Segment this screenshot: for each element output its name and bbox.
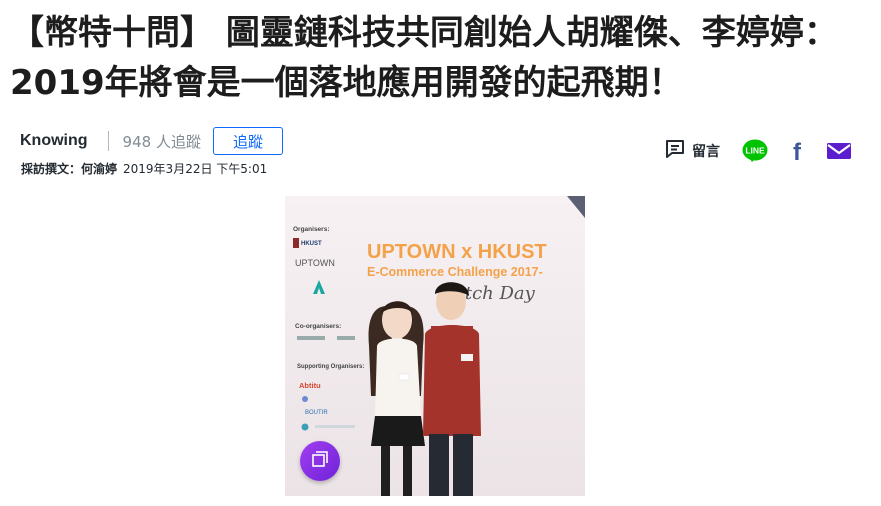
- line-share-icon[interactable]: LINE: [742, 139, 768, 163]
- svg-text:f: f: [793, 139, 802, 163]
- banner-subtitle: E-Commerce Challenge 2017-: [367, 265, 543, 279]
- svg-text:LINE: LINE: [745, 146, 765, 156]
- hkust-logo-text: HKUST: [301, 241, 322, 247]
- comment-label: 留言: [692, 144, 720, 160]
- coorganisers-label: Co-organisers:: [295, 323, 341, 330]
- byline-divider: [107, 131, 109, 151]
- publish-time: 2019年3月22日 下午5:01: [123, 162, 268, 176]
- article-meta: 採訪撰文：何渝婷 2019年3月22日 下午5:01: [21, 160, 267, 177]
- follow-button[interactable]: 追蹤: [212, 127, 283, 155]
- gallery-icon: [311, 450, 329, 472]
- author-byline: Knowing 948 人追蹤 追蹤: [20, 126, 283, 156]
- author-name[interactable]: Knowing: [20, 132, 88, 150]
- comment-button[interactable]: 留言: [664, 138, 720, 164]
- follower-count: 948 人追蹤: [122, 132, 201, 151]
- supporting-label: Supporting Organisers:: [297, 364, 364, 370]
- mail-share-icon[interactable]: [826, 141, 852, 161]
- article-title: 【幣特十問】 圖靈鏈科技共同創始人胡耀傑、李婷婷：2019年將會是一個落地應用開…: [10, 13, 838, 103]
- comment-icon: [664, 138, 686, 164]
- banner-title: UPTOWN x HKUST: [367, 241, 547, 263]
- writer-credit: 採訪撰文：何渝婷: [21, 162, 118, 176]
- facebook-share-icon[interactable]: f: [786, 139, 808, 163]
- gallery-button[interactable]: [300, 441, 340, 481]
- article-photo[interactable]: Organisers: HKUST UPTOWN Co-organisers: …: [285, 196, 585, 496]
- uptown-logo-text: UPTOWN: [295, 258, 335, 268]
- sponsor1-logo: Abtitu: [299, 381, 321, 390]
- sponsor2-logo: BOUTIR: [305, 410, 328, 416]
- share-actions: 留言 LINE f: [664, 138, 852, 164]
- organisers-label: Organisers:: [293, 226, 330, 233]
